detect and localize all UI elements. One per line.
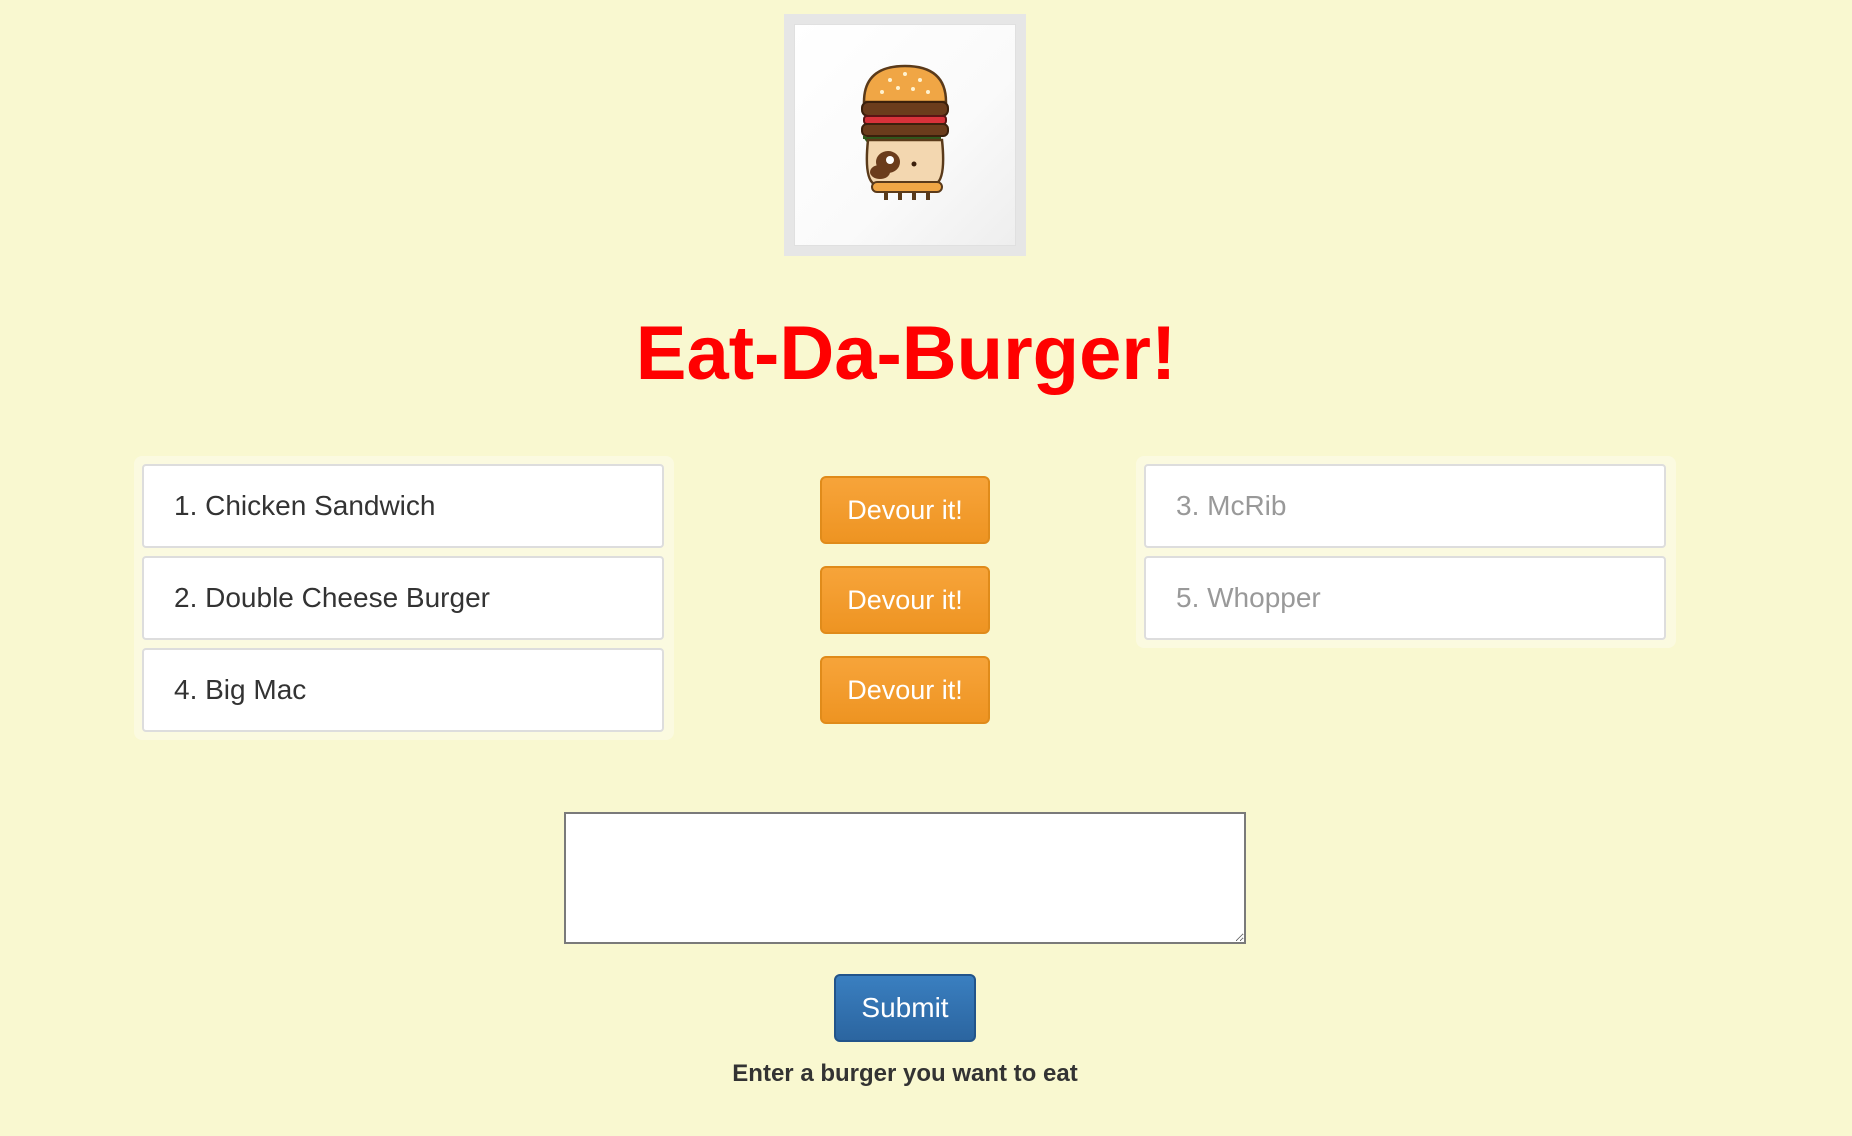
page-title: Eat-Da-Burger! [635, 311, 1177, 396]
list-item: 1. Chicken Sandwich [142, 464, 664, 548]
pug-burger-icon [861, 64, 949, 200]
burger-name-input[interactable] [564, 812, 1246, 944]
list-item: 4. Big Mac [142, 648, 664, 732]
list-item: 5. Whopper [1144, 556, 1666, 640]
list-item: 3. McRib [1144, 464, 1666, 548]
list-item: 2. Double Cheese Burger [142, 556, 664, 640]
input-hint: Enter a burger you want to eat [732, 1060, 1078, 1087]
submit-button[interactable]: Submit [834, 974, 976, 1042]
logo-image [794, 24, 1016, 246]
devoured-burgers-list: 3. McRib 5. Whopper [1136, 456, 1676, 648]
burgers-to-eat-list: 1. Chicken Sandwich 2. Double Cheese Bur… [134, 456, 674, 740]
devour-button[interactable]: Devour it! [820, 656, 990, 724]
devour-button[interactable]: Devour it! [820, 566, 990, 634]
devour-button[interactable]: Devour it! [820, 476, 990, 544]
logo-frame [784, 14, 1026, 256]
devour-button-column: Devour it! Devour it! Devour it! [820, 476, 992, 746]
